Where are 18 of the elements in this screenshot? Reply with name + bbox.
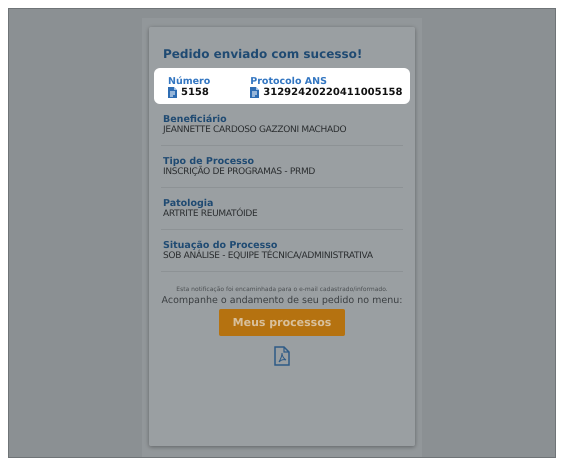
field-value: 5158 <box>181 87 209 98</box>
field-value: 31292420220411005158 <box>263 87 402 98</box>
instruction-text: Acompanhe o andamento de seu pedido no menu: <box>162 295 402 306</box>
pdf-icon[interactable] <box>274 346 290 366</box>
success-title: Pedido enviado com sucesso! <box>163 47 364 61</box>
field-label: Número <box>168 76 210 87</box>
document-icon <box>168 87 177 98</box>
my-processes-button[interactable]: Meus processos <box>218 309 346 336</box>
section-label: Tipo de Processo <box>163 156 254 167</box>
document-icon <box>250 87 260 98</box>
section-label: Patologia <box>163 198 214 209</box>
section-label: Situação do Processo <box>163 240 278 251</box>
section-label: Beneficiário <box>163 114 227 125</box>
field-label: Protocolo ANS <box>250 76 327 87</box>
section-value: ARTRITE REUMATÓIDE <box>163 209 258 219</box>
section-value: JEANNETTE CARDOSO GAZZONI MACHADO <box>163 125 346 135</box>
section-value: INSCRIÇÃO DE PROGRAMAS - PRMD <box>163 167 316 177</box>
section-value: SOB ANÁLISE - EQUIPE TÉCNICA/ADMINISTRATIVA <box>163 251 373 261</box>
